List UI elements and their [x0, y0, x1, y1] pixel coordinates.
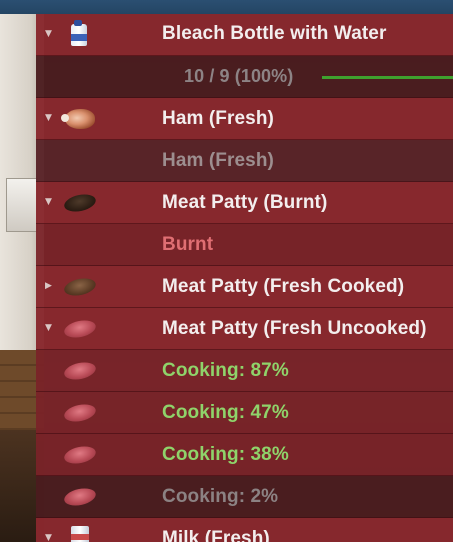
milk-carton-icon	[61, 524, 99, 542]
inventory-item-meat-patty-burnt[interactable]: ▼ Meat Patty (Burnt)	[36, 182, 453, 224]
item-sublabel: Ham (Fresh)	[162, 150, 274, 171]
inventory-subitem-cooking[interactable]: Cooking: 38%	[36, 434, 453, 476]
inventory-item-meat-patty-cooked[interactable]: ▶ Meat Patty (Fresh Cooked)	[36, 266, 453, 308]
inventory-item-meat-patty-uncooked[interactable]: ▼ Meat Patty (Fresh Uncooked)	[36, 308, 453, 350]
item-label: Meat Patty (Fresh Uncooked)	[162, 318, 427, 339]
inventory-subitem-bleach-fill[interactable]: 10 / 9 (100%)	[36, 56, 453, 98]
inventory-subitem-cooking[interactable]: Cooking: 87%	[36, 350, 453, 392]
ham-icon	[61, 104, 99, 134]
fill-amount-text: 10 / 9 (100%)	[184, 66, 294, 86]
inventory-item-milk[interactable]: ▼ Milk (Fresh)	[36, 518, 453, 542]
item-label: Ham (Fresh)	[162, 108, 274, 129]
cooking-progress-text: Cooking: 87%	[162, 360, 289, 381]
meat-patty-raw-icon	[61, 314, 99, 344]
meat-patty-cooked-icon	[61, 272, 99, 302]
inventory-subitem-burnt[interactable]: Burnt	[36, 224, 453, 266]
item-label: Meat Patty (Fresh Cooked)	[162, 276, 405, 297]
item-label: Bleach Bottle with Water	[162, 23, 387, 44]
wall-shelf	[6, 178, 38, 232]
expand-arrow-icon[interactable]: ▼	[45, 324, 55, 333]
meat-patty-burnt-icon	[61, 188, 99, 218]
cooking-progress-text: Cooking: 38%	[162, 444, 289, 465]
bleach-bottle-icon	[61, 19, 99, 50]
game-screen: ▼ Bleach Bottle with Water 10 / 9 (100%)…	[0, 0, 453, 542]
cooking-progress-text: Cooking: 2%	[162, 486, 279, 507]
item-label: Milk (Fresh)	[162, 528, 270, 542]
cooking-progress-text: Cooking: 47%	[162, 402, 289, 423]
expand-arrow-icon[interactable]: ▼	[45, 114, 55, 123]
meat-patty-raw-icon	[61, 398, 99, 428]
meat-patty-raw-icon	[61, 356, 99, 386]
fill-progress-bar	[322, 76, 453, 79]
expand-arrow-icon[interactable]: ▼	[45, 198, 55, 207]
inventory-subitem-ham[interactable]: Ham (Fresh)	[36, 140, 453, 182]
expand-arrow-icon[interactable]: ▼	[45, 30, 55, 39]
expand-arrow-icon[interactable]: ▼	[45, 534, 55, 542]
item-sublabel: Burnt	[162, 234, 214, 255]
inventory-subitem-cooking[interactable]: Cooking: 47%	[36, 392, 453, 434]
inventory-item-ham[interactable]: ▼ Ham (Fresh)	[36, 98, 453, 140]
meat-patty-raw-icon	[61, 482, 99, 512]
item-label: Meat Patty (Burnt)	[162, 192, 328, 213]
meat-patty-raw-icon	[61, 440, 99, 470]
collapsed-arrow-icon[interactable]: ▶	[45, 282, 55, 291]
window-top-bar	[0, 0, 453, 14]
inventory-subitem-cooking[interactable]: Cooking: 2%	[36, 476, 453, 518]
inventory-item-bleach-bottle[interactable]: ▼ Bleach Bottle with Water	[36, 14, 453, 56]
